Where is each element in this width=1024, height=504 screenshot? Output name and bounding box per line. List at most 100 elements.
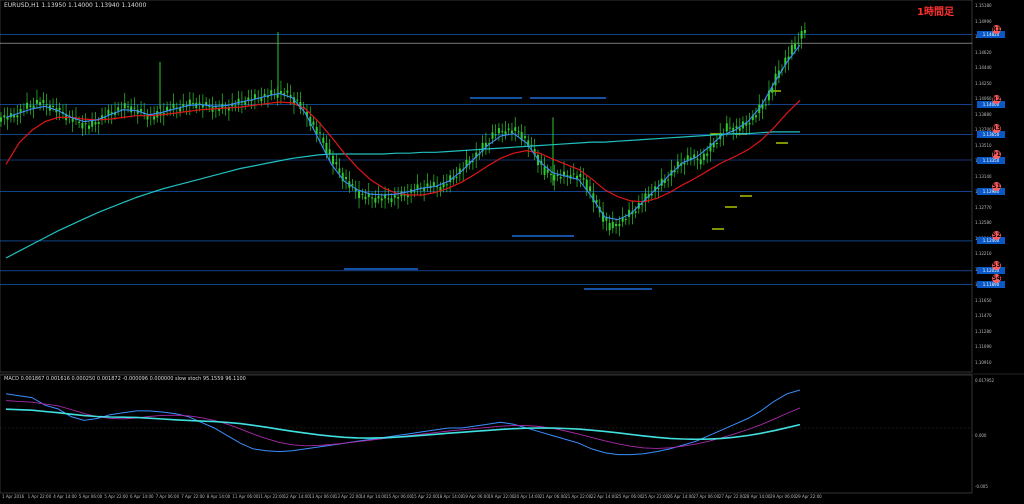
candle-body xyxy=(657,187,660,189)
candle-body xyxy=(683,162,686,165)
candle-body xyxy=(127,106,130,108)
candle-body xyxy=(728,127,731,129)
candle-body xyxy=(432,182,435,186)
price-tick-label: 1.11650 xyxy=(975,297,992,303)
level-price-box: 1.12400 xyxy=(977,237,1005,245)
candle-body xyxy=(237,98,240,105)
candle-body xyxy=(397,197,400,199)
time-tick-label: 21 Apr 22:00 xyxy=(565,494,592,499)
candle-body xyxy=(130,106,133,113)
candle-body xyxy=(549,173,552,175)
price-tick-label: 1.15180 xyxy=(975,3,992,8)
candle-body xyxy=(296,99,299,101)
time-tick-label: 11 Apr 06:00 xyxy=(232,494,259,499)
candle-body xyxy=(318,132,321,134)
time-tick-label: 19 Apr 22:00 xyxy=(488,494,515,499)
candle-body xyxy=(702,153,705,160)
candle-body xyxy=(351,184,354,186)
price-tick-label: 1.13880 xyxy=(975,111,992,117)
candle-body xyxy=(26,102,29,109)
time-tick-label: 21 Apr 06:00 xyxy=(539,494,566,499)
candle-body xyxy=(393,194,396,198)
candle-body xyxy=(198,102,201,104)
time-tick-label: 8 Apr 14:00 xyxy=(206,494,231,499)
pivot-label: R2 xyxy=(992,94,1001,104)
price-tick-label: 1.13510 xyxy=(975,142,992,148)
price-tick-label: 1.12770 xyxy=(975,204,992,210)
candle-body xyxy=(800,31,803,39)
price-tick-label: 1.10910 xyxy=(975,359,992,365)
candle-body xyxy=(686,155,689,161)
candle-body xyxy=(6,117,9,120)
candle-body xyxy=(709,142,712,152)
candle-body xyxy=(286,90,289,93)
pivot-label: R1 xyxy=(992,24,1001,34)
candle-body xyxy=(279,90,282,94)
time-tick-label: 28 Apr 14:00 xyxy=(744,494,771,499)
candle-body xyxy=(117,107,120,111)
candle-body xyxy=(764,104,767,106)
time-tick-label: 26 Apr 14:00 xyxy=(667,494,694,499)
candle-body xyxy=(706,153,709,156)
trading-terminal-window: EURUSD,H1 1.13950 1.14000 1.13940 1.1400… xyxy=(0,0,1024,504)
ma-fast-line xyxy=(5,44,801,221)
time-tick-label: 1 Apr 2016 xyxy=(2,494,25,499)
candle-body xyxy=(748,122,751,125)
candle-body xyxy=(514,127,517,132)
time-tick-label: 22 Apr 14:00 xyxy=(590,494,617,499)
candle-body xyxy=(133,107,136,109)
candle-body xyxy=(501,131,504,133)
candle-body xyxy=(81,122,84,129)
candle-body xyxy=(754,115,757,118)
pivot-label: P1 xyxy=(992,150,1001,159)
candle-body xyxy=(84,123,87,125)
candle-body xyxy=(507,128,510,131)
candle-body xyxy=(504,131,507,135)
macd-tick-label: 0.017952 xyxy=(975,378,995,383)
price-tick-label: 1.11280 xyxy=(975,328,992,334)
candle-body xyxy=(364,196,367,200)
candle-body xyxy=(123,103,126,109)
candle-body xyxy=(794,43,796,50)
macd-signal-line xyxy=(5,400,801,449)
candle-body xyxy=(29,105,32,108)
price-tick-label: 1.11090 xyxy=(975,344,992,349)
candle-body xyxy=(58,107,61,111)
candle-body xyxy=(234,105,237,107)
time-tick-label: 7 Apr 22:00 xyxy=(181,494,205,499)
candle-body xyxy=(312,121,315,125)
candle-body xyxy=(140,108,143,112)
candle-body xyxy=(455,177,458,179)
candle-body xyxy=(494,134,497,136)
candle-body xyxy=(618,223,621,227)
candle-body xyxy=(634,211,637,213)
candle-body xyxy=(611,221,614,229)
ma-mid-line xyxy=(5,99,801,203)
candle-body xyxy=(377,196,380,199)
candle-body xyxy=(628,209,631,217)
candle-body xyxy=(615,223,618,227)
price-tick-label: 1.12210 xyxy=(975,251,992,256)
time-tick-label: 27 Apr 06:00 xyxy=(693,494,720,499)
candle-body xyxy=(16,115,19,118)
candle-body xyxy=(208,106,211,108)
candle-body xyxy=(523,136,526,139)
price-tick-label: 1.11470 xyxy=(975,313,992,318)
candle-body xyxy=(172,103,175,109)
candle-body xyxy=(387,198,390,200)
time-tick-label: 15 Apr 22:00 xyxy=(411,494,438,499)
candle-body xyxy=(667,179,670,181)
time-tick-label: 5 Apr 06:00 xyxy=(78,494,103,499)
price-tick-label: 1.14250 xyxy=(975,80,992,86)
pivot-label: S1 xyxy=(992,181,1001,191)
pivot-label: S3 xyxy=(992,260,1001,270)
pivot-label: S2 xyxy=(992,230,1001,240)
price-chart[interactable] xyxy=(0,0,1024,504)
price-tick-label: 1.14990 xyxy=(975,18,992,24)
time-tick-label: 13 Apr 06:00 xyxy=(309,494,336,499)
candle-body xyxy=(45,104,48,106)
candle-body xyxy=(413,191,416,193)
price-tick-label: 1.12580 xyxy=(975,220,992,225)
candle-body xyxy=(589,186,592,192)
candle-body xyxy=(497,128,500,134)
